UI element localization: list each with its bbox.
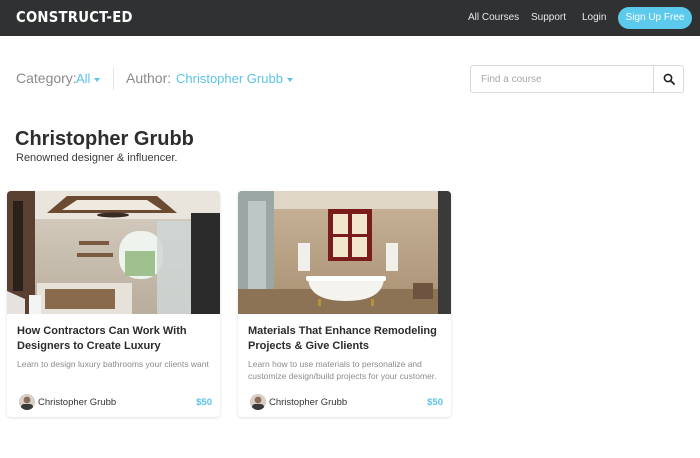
nav-all-courses[interactable]: All Courses [468, 12, 519, 23]
signup-button[interactable]: Sign Up Free [618, 7, 692, 29]
author-label: Author: [126, 70, 172, 86]
course-title[interactable]: How Contractors Can Work With Designers … [17, 324, 213, 354]
course-description: Learn how to use materials to personaliz… [248, 359, 437, 381]
filter-divider [113, 68, 114, 90]
course-thumbnail[interactable] [7, 191, 220, 314]
author-dropdown[interactable]: Christopher Grubb [176, 71, 293, 86]
course-price: $50 [196, 397, 212, 408]
course-author: Christopher Grubb [38, 397, 117, 408]
course-price: $50 [427, 397, 443, 408]
avatar [19, 394, 35, 410]
course-thumbnail[interactable] [238, 191, 451, 314]
search-button[interactable] [653, 66, 683, 92]
page-title: Christopher Grubb [15, 128, 194, 150]
search-icon [663, 73, 675, 85]
author-value: Christopher Grubb [176, 71, 283, 86]
category-label: Category: [16, 70, 77, 86]
author-bio: Renowned designer & influencer. [16, 152, 178, 164]
search-box [470, 65, 684, 93]
category-dropdown[interactable]: All [76, 71, 101, 86]
course-author: Christopher Grubb [269, 397, 348, 408]
nav-support[interactable]: Support [531, 12, 566, 23]
course-title[interactable]: Materials That Enhance Remodeling Projec… [248, 324, 444, 354]
category-value: All [76, 71, 91, 86]
nav-login[interactable]: Login [582, 12, 606, 23]
course-description: Learn to design luxury bathrooms your cl… [17, 359, 209, 369]
avatar [250, 394, 266, 410]
site-logo[interactable]: CONSTRUCT-ED [16, 8, 133, 26]
course-card[interactable]: Materials That Enhance Remodeling Projec… [238, 191, 451, 417]
chevron-down-icon [94, 77, 101, 82]
top-nav: CONSTRUCT-ED All Courses Support Login S… [0, 0, 700, 36]
search-input[interactable] [471, 66, 653, 92]
course-card[interactable]: How Contractors Can Work With Designers … [7, 191, 220, 417]
chevron-down-icon [286, 77, 293, 82]
